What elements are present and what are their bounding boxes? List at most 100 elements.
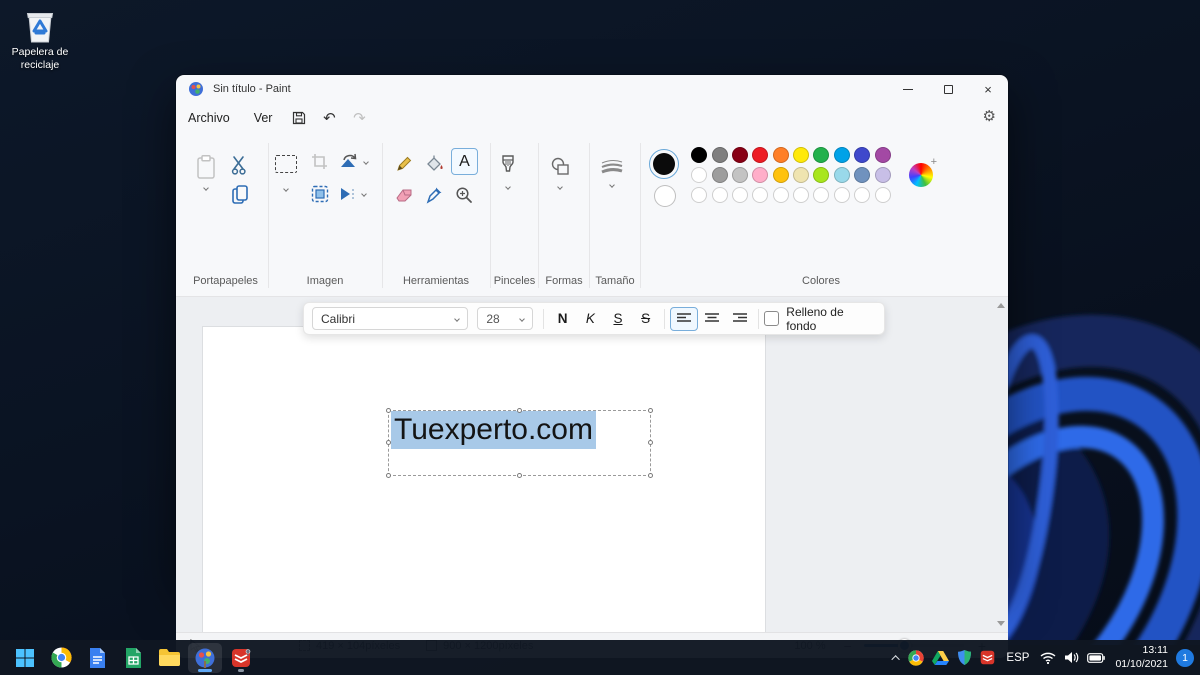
resize-handle-e[interactable] [648,440,653,445]
pinned-red-app-taskbar-icon[interactable] [224,643,258,673]
palette-empty-slot[interactable] [712,187,728,203]
brushes-button[interactable] [499,155,517,189]
text-object-selection[interactable]: Tuexperto.com [388,410,651,476]
palette-color-swatch[interactable] [752,147,768,163]
font-family-select[interactable]: Calibri [312,307,468,330]
menu-ver[interactable]: Ver [242,107,285,129]
battery-icon[interactable] [1083,643,1109,673]
select-button[interactable] [275,155,297,191]
resize-button[interactable] [311,185,329,208]
google-sheets-taskbar-icon[interactable] [116,643,150,673]
palette-color-swatch[interactable] [793,167,809,183]
resize-handle-n[interactable] [517,408,522,413]
file-explorer-taskbar-icon[interactable] [152,643,186,673]
redo-button[interactable]: ↷ [344,107,374,129]
palette-color-swatch[interactable] [854,147,870,163]
canvas-text[interactable]: Tuexperto.com [391,411,596,449]
shapes-button[interactable] [549,157,571,189]
chrome-taskbar-icon[interactable] [44,643,78,673]
settings-gear-icon[interactable]: ⚙ [983,107,996,125]
magnifier-tool[interactable] [455,186,473,209]
save-button[interactable] [284,107,314,129]
palette-color-swatch[interactable] [691,167,707,183]
maximize-button[interactable] [928,75,968,103]
palette-color-swatch[interactable] [793,147,809,163]
palette-color-swatch[interactable] [773,167,789,183]
pencil-tool[interactable] [395,155,413,178]
palette-empty-slot[interactable] [875,187,891,203]
titlebar[interactable]: Sin título - Paint × [176,75,1008,103]
notification-count-badge[interactable]: 1 [1176,649,1194,667]
resize-handle-ne[interactable] [648,408,653,413]
copy-button[interactable] [232,185,249,210]
palette-color-swatch[interactable] [813,147,829,163]
align-center-button[interactable] [698,307,726,331]
palette-color-swatch[interactable] [732,167,748,183]
background-fill-checkbox[interactable] [764,311,779,326]
resize-handle-w[interactable] [386,440,391,445]
palette-empty-slot[interactable] [834,187,850,203]
language-indicator[interactable]: ESP [999,652,1036,664]
palette-color-swatch[interactable] [691,147,707,163]
paint-taskbar-icon-active[interactable] [188,643,222,673]
menu-archivo[interactable]: Archivo [176,107,242,129]
color1-selector[interactable] [649,149,679,179]
tray-chevron-up-icon[interactable] [890,643,904,673]
crop-button[interactable] [311,153,329,176]
resize-handle-se[interactable] [648,473,653,478]
palette-color-swatch[interactable] [834,167,850,183]
volume-icon[interactable] [1060,643,1083,673]
color2-selector[interactable] [654,185,676,207]
tray-chrome-icon[interactable] [904,643,928,673]
vertical-scrollbar[interactable] [994,299,1007,630]
recycle-bin-shortcut[interactable]: Papelera de reciclaje [8,8,72,72]
start-button[interactable] [8,643,42,673]
resize-handle-sw[interactable] [386,473,391,478]
strikethrough-button[interactable]: S [632,307,660,331]
tray-red-app-icon[interactable] [976,643,999,673]
palette-empty-slot[interactable] [854,187,870,203]
bold-button[interactable]: N [549,307,577,331]
palette-empty-slot[interactable] [813,187,829,203]
palette-color-swatch[interactable] [732,147,748,163]
minimize-button[interactable] [888,75,928,103]
color-picker-tool[interactable] [426,186,443,209]
palette-color-swatch[interactable] [834,147,850,163]
text-tool-selected[interactable]: A [451,148,478,175]
palette-empty-slot[interactable] [691,187,707,203]
tray-windows-security-icon[interactable] [953,643,976,673]
edit-colors-button[interactable] [909,163,933,187]
scroll-down-arrow[interactable] [997,621,1005,626]
font-size-select[interactable]: 28 [477,307,533,330]
paint-canvas[interactable]: Tuexperto.com [203,327,765,632]
eraser-tool[interactable] [395,187,414,208]
scroll-up-arrow[interactable] [997,303,1005,308]
flip-button[interactable] [339,186,366,202]
align-left-button-selected[interactable] [670,307,698,331]
resize-handle-nw[interactable] [386,408,391,413]
taskbar-clock[interactable]: 13:11 01/10/2021 [1109,644,1174,670]
resize-handle-s[interactable] [517,473,522,478]
undo-button[interactable]: ↶ [314,107,344,129]
close-button[interactable]: × [968,75,1008,103]
cut-button[interactable] [230,155,250,180]
palette-color-swatch[interactable] [712,167,728,183]
wifi-icon[interactable] [1036,643,1060,673]
palette-empty-slot[interactable] [752,187,768,203]
palette-color-swatch[interactable] [854,167,870,183]
align-right-button[interactable] [726,307,754,331]
palette-color-swatch[interactable] [773,147,789,163]
palette-color-swatch[interactable] [875,147,891,163]
palette-color-swatch[interactable] [875,167,891,183]
italic-button[interactable]: K [577,307,605,331]
palette-color-swatch[interactable] [752,167,768,183]
google-docs-taskbar-icon[interactable] [80,643,114,673]
palette-empty-slot[interactable] [732,187,748,203]
palette-color-swatch[interactable] [712,147,728,163]
size-button[interactable] [600,159,624,187]
fill-tool[interactable] [425,155,445,178]
paste-button[interactable] [196,155,216,190]
tray-google-drive-icon[interactable] [928,643,953,673]
underline-button[interactable]: S [604,307,632,331]
palette-empty-slot[interactable] [793,187,809,203]
